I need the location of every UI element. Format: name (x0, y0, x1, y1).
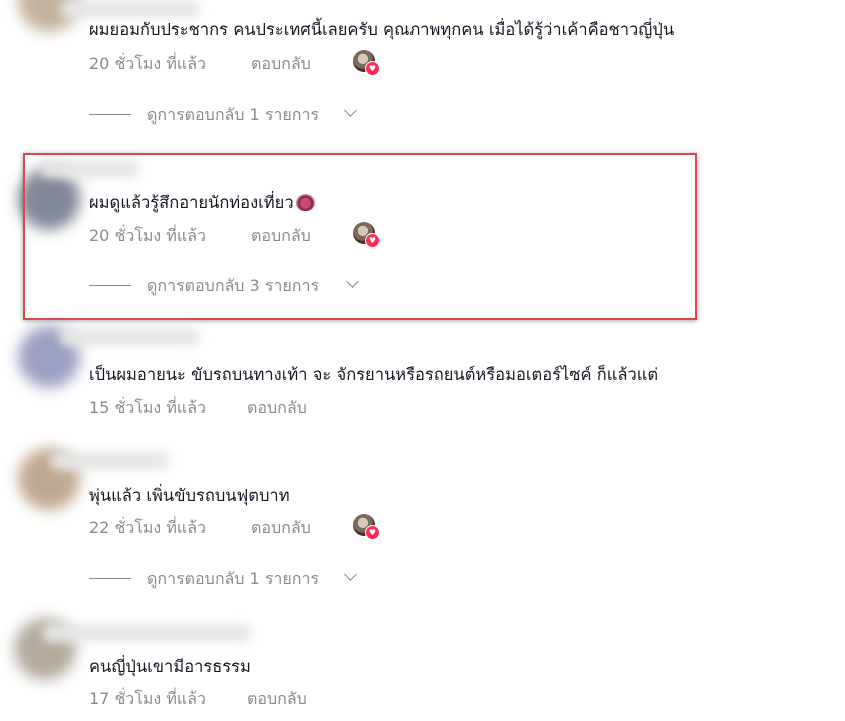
comment-time: 17 ชั่วโมง ที่แล้ว (89, 689, 206, 708)
username-blurred[interactable] (50, 452, 170, 470)
heart-icon: ♥ (365, 525, 380, 540)
reply-button[interactable]: ตอบกลับ (247, 396, 307, 421)
chevron-down-icon (344, 104, 357, 117)
username-blurred[interactable] (60, 0, 200, 18)
creator-liked-avatar-icon: ♥ (353, 50, 380, 76)
comment-text: ผมยอมกับประชากร คนประเทศนี้เลยครับ คุณภา… (89, 20, 675, 39)
chevron-down-icon (344, 568, 357, 581)
comment-time: 22 ชั่วโมง ที่แล้ว (89, 518, 206, 537)
comment-text: เป็นผมอายนะ ขับรถบนทางเท้า จะ จักรยานหรื… (89, 365, 659, 384)
username-blurred[interactable] (60, 328, 200, 346)
view-replies-label: ดูการตอบกลับ 1 รายการ (147, 105, 320, 124)
divider-line (89, 578, 131, 579)
comment-time: 15 ชั่วโมง ที่แล้ว (89, 398, 206, 417)
reply-button[interactable]: ตอบกลับ (251, 52, 311, 77)
heart-icon: ♥ (365, 61, 380, 76)
creator-liked-avatar-icon: ♥ (353, 514, 380, 540)
username-blurred[interactable] (42, 624, 252, 642)
comment-text: คนญี่ปุ่นเขามีอารธรรม (89, 657, 251, 676)
comment-time: 20 ชั่วโมง ที่แล้ว (89, 54, 206, 73)
divider-line (89, 114, 131, 115)
comment-text: พุ่นแล้ว เพิ่นขับรถบนฟุตบาท (89, 486, 290, 505)
view-replies-label: ดูการตอบกลับ 1 รายการ (147, 569, 320, 588)
highlight-box (23, 153, 697, 320)
reply-button[interactable]: ตอบกลับ (251, 516, 311, 541)
reply-button[interactable]: ตอบกลับ (247, 687, 307, 712)
